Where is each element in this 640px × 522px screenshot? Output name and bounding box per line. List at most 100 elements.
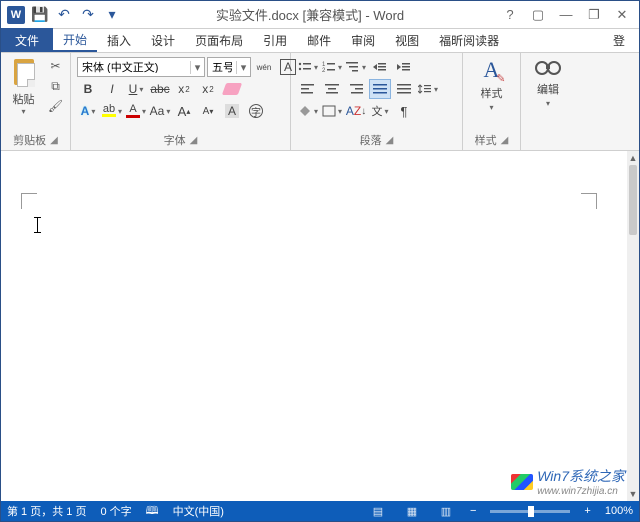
enclose-characters-button[interactable]: 字 bbox=[245, 101, 267, 121]
status-page[interactable]: 第 1 页，共 1 页 bbox=[7, 503, 86, 519]
scroll-track[interactable] bbox=[627, 165, 639, 487]
view-read-mode-button[interactable]: ▤ bbox=[368, 503, 388, 519]
group-paragraph: ▾ 12▾ ▾ ▾ ▾ ▾ AZ↓ 文▾ ¶ 段落◢ bbox=[291, 53, 463, 150]
font-name-input[interactable] bbox=[78, 61, 190, 73]
tab-mailings[interactable]: 邮件 bbox=[297, 28, 341, 52]
save-button[interactable]: 💾 bbox=[29, 4, 51, 26]
tab-foxit-reader[interactable]: 福昕阅读器 bbox=[429, 28, 509, 52]
change-case-button[interactable]: Aa▾ bbox=[149, 101, 171, 121]
multilevel-list-button[interactable]: ▾ bbox=[345, 57, 367, 77]
align-left-button[interactable] bbox=[297, 79, 319, 99]
numbering-button[interactable]: 12▾ bbox=[321, 57, 343, 77]
ribbon-display-options-button[interactable]: ▢ bbox=[525, 4, 551, 26]
clipboard-launcher[interactable]: ◢ bbox=[50, 135, 58, 146]
borders-button[interactable]: ▾ bbox=[321, 101, 343, 121]
margin-corner-tr bbox=[581, 193, 597, 209]
status-language[interactable]: 中文(中国) bbox=[173, 503, 224, 519]
group-paragraph-label: 段落◢ bbox=[360, 132, 394, 148]
font-size-input[interactable] bbox=[208, 61, 236, 73]
undo-button[interactable]: ↶ bbox=[53, 4, 75, 26]
paste-label: 粘贴 bbox=[13, 91, 35, 107]
font-size-combo[interactable]: ▾ bbox=[207, 57, 251, 77]
superscript-button[interactable]: x2 bbox=[197, 79, 219, 99]
tab-design[interactable]: 设计 bbox=[141, 28, 185, 52]
document-area[interactable] bbox=[1, 151, 627, 501]
text-direction-button[interactable]: 文▾ bbox=[369, 101, 391, 121]
help-button[interactable]: ? bbox=[497, 4, 523, 26]
sign-in-button[interactable]: 登 bbox=[603, 28, 635, 52]
zoom-out-button[interactable]: − bbox=[470, 505, 476, 517]
increase-indent-button[interactable] bbox=[393, 57, 415, 77]
group-styles: A✎ 样式 ▾ 样式◢ bbox=[463, 53, 521, 150]
text-effects-button[interactable]: A▾ bbox=[77, 101, 99, 121]
paste-button[interactable]: 粘贴 ▾ bbox=[6, 57, 42, 116]
tab-insert[interactable]: 插入 bbox=[97, 28, 141, 52]
tab-file[interactable]: 文件 bbox=[1, 28, 53, 52]
group-font-label: 字体◢ bbox=[164, 132, 198, 148]
strikethrough-button[interactable]: abc bbox=[149, 79, 171, 99]
redo-button[interactable]: ↷ bbox=[77, 4, 99, 26]
tab-view[interactable]: 视图 bbox=[385, 28, 429, 52]
scroll-up-button[interactable]: ▲ bbox=[627, 151, 639, 165]
zoom-slider[interactable] bbox=[490, 510, 570, 513]
distributed-button[interactable] bbox=[393, 79, 415, 99]
qat-customize-button[interactable]: ▾ bbox=[101, 4, 123, 26]
shrink-font-button[interactable]: A▾ bbox=[197, 101, 219, 121]
subscript-button[interactable]: x2 bbox=[173, 79, 195, 99]
align-center-button[interactable] bbox=[321, 79, 343, 99]
paragraph-launcher[interactable]: ◢ bbox=[386, 135, 394, 146]
justify-button[interactable] bbox=[369, 79, 391, 99]
bullets-button[interactable]: ▾ bbox=[297, 57, 319, 77]
tab-review[interactable]: 审阅 bbox=[341, 28, 385, 52]
close-button[interactable]: ✕ bbox=[609, 4, 635, 26]
character-shading-button[interactable]: A bbox=[221, 101, 243, 121]
group-font: ▾ ▾ wén A B I U▾ abc x2 x2 A▾ ab▾ bbox=[71, 53, 291, 150]
sort-button[interactable]: AZ↓ bbox=[345, 101, 367, 121]
tab-home[interactable]: 开始 bbox=[53, 28, 97, 52]
font-name-combo[interactable]: ▾ bbox=[77, 57, 205, 77]
vertical-scrollbar[interactable]: ▲ ▼ bbox=[627, 151, 639, 501]
bold-button[interactable]: B bbox=[77, 79, 99, 99]
title-bar: W 💾 ↶ ↷ ▾ 实验文件.docx [兼容模式] - Word ? ▢ — … bbox=[1, 1, 639, 29]
styles-launcher[interactable]: ◢ bbox=[501, 135, 509, 146]
shading-button[interactable]: ▾ bbox=[297, 101, 319, 121]
tab-references[interactable]: 引用 bbox=[253, 28, 297, 52]
restore-button[interactable]: ❐ bbox=[581, 4, 607, 26]
clear-formatting-button[interactable] bbox=[221, 79, 243, 99]
group-editing: 编辑 ▾ bbox=[521, 53, 575, 150]
show-marks-button[interactable]: ¶ bbox=[393, 101, 415, 121]
group-clipboard-label: 剪贴板◢ bbox=[13, 132, 58, 148]
cut-button[interactable]: ✂ bbox=[46, 57, 66, 75]
zoom-level[interactable]: 100% bbox=[605, 505, 633, 517]
decrease-indent-button[interactable] bbox=[369, 57, 391, 77]
underline-button[interactable]: U▾ bbox=[125, 79, 147, 99]
highlight-button[interactable]: ab▾ bbox=[101, 101, 123, 121]
quick-access-toolbar: 💾 ↶ ↷ ▾ bbox=[29, 4, 123, 26]
status-bar: 第 1 页，共 1 页 0 个字 🕮 中文(中国) ▤ ▦ ▥ − + 100% bbox=[1, 501, 639, 521]
minimize-button[interactable]: — bbox=[553, 4, 579, 26]
grow-font-button[interactable]: A▴ bbox=[173, 101, 195, 121]
font-color-button[interactable]: A▾ bbox=[125, 101, 147, 121]
italic-button[interactable]: I bbox=[101, 79, 123, 99]
styles-button[interactable]: A✎ 样式 ▾ bbox=[470, 57, 514, 112]
zoom-slider-thumb[interactable] bbox=[528, 506, 534, 517]
status-word-count[interactable]: 0 个字 bbox=[100, 503, 131, 519]
group-clipboard: 粘贴 ▾ ✂ ⧉ 🖌 剪贴板◢ bbox=[1, 53, 71, 150]
phonetic-guide-button[interactable]: wén bbox=[253, 57, 275, 77]
clipboard-icon bbox=[10, 57, 38, 89]
margin-corner-tl bbox=[21, 193, 37, 209]
font-launcher[interactable]: ◢ bbox=[190, 135, 198, 146]
zoom-in-button[interactable]: + bbox=[584, 505, 590, 517]
format-painter-button[interactable]: 🖌 bbox=[46, 97, 66, 115]
scroll-down-button[interactable]: ▼ bbox=[627, 487, 639, 501]
copy-button[interactable]: ⧉ bbox=[46, 77, 66, 95]
align-right-button[interactable] bbox=[345, 79, 367, 99]
scroll-thumb[interactable] bbox=[629, 165, 637, 235]
tab-page-layout[interactable]: 页面布局 bbox=[185, 28, 253, 52]
editing-button[interactable]: 编辑 ▾ bbox=[526, 57, 570, 108]
status-proofing-icon[interactable]: 🕮 bbox=[146, 502, 159, 521]
view-web-layout-button[interactable]: ▥ bbox=[436, 503, 456, 519]
line-spacing-button[interactable]: ▾ bbox=[417, 79, 439, 99]
view-print-layout-button[interactable]: ▦ bbox=[402, 503, 422, 519]
svg-text:2: 2 bbox=[322, 68, 326, 73]
